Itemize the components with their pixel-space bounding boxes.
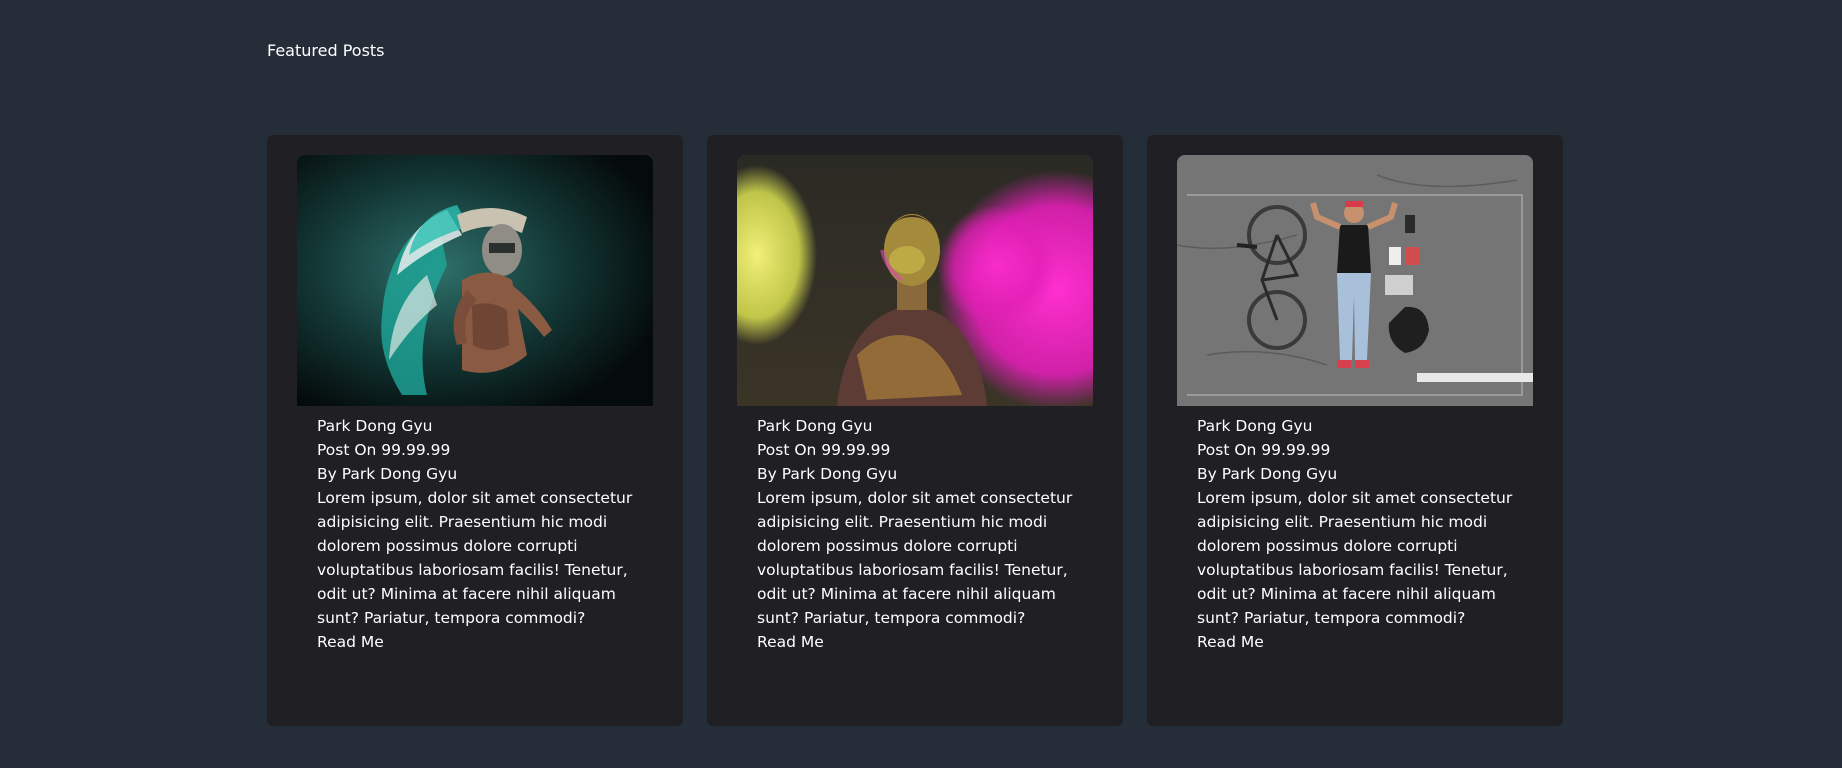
section-title: Featured Posts xyxy=(267,41,385,60)
post-author: By Park Dong Gyu xyxy=(757,465,898,483)
read-more-link[interactable]: Read Me xyxy=(317,630,657,654)
read-more-link[interactable]: Read Me xyxy=(757,630,1097,654)
post-card: Park Dong Gyu Post On 99.99.99 By Park D… xyxy=(267,135,683,726)
post-name: Park Dong Gyu xyxy=(1197,417,1313,435)
post-date: Post On 99.99.99 xyxy=(317,441,451,459)
post-card-body: Park Dong Gyu Post On 99.99.99 By Park D… xyxy=(757,414,1097,654)
post-author: By Park Dong Gyu xyxy=(317,465,458,483)
post-author: By Park Dong Gyu xyxy=(1197,465,1338,483)
post-card: Park Dong Gyu Post On 99.99.99 By Park D… xyxy=(1147,135,1563,726)
post-description: Lorem ipsum, dolor sit amet consectetur … xyxy=(317,489,633,627)
post-description: Lorem ipsum, dolor sit amet consectetur … xyxy=(1197,489,1513,627)
feathered-headdress-photo-icon[interactable] xyxy=(297,155,653,406)
color-powder-portrait-photo-icon[interactable] xyxy=(737,155,1093,406)
post-name: Park Dong Gyu xyxy=(757,417,873,435)
post-date: Post On 99.99.99 xyxy=(1197,441,1331,459)
post-card: Park Dong Gyu Post On 99.99.99 By Park D… xyxy=(707,135,1123,726)
post-card-body: Park Dong Gyu Post On 99.99.99 By Park D… xyxy=(1197,414,1537,654)
post-date: Post On 99.99.99 xyxy=(757,441,891,459)
featured-posts-grid: Park Dong Gyu Post On 99.99.99 By Park D… xyxy=(267,135,1563,726)
post-name: Park Dong Gyu xyxy=(317,417,433,435)
read-more-link[interactable]: Read Me xyxy=(1197,630,1537,654)
flat-lay-bicycle-photo-icon[interactable] xyxy=(1177,155,1533,406)
post-description: Lorem ipsum, dolor sit amet consectetur … xyxy=(757,489,1073,627)
post-card-body: Park Dong Gyu Post On 99.99.99 By Park D… xyxy=(317,414,657,654)
